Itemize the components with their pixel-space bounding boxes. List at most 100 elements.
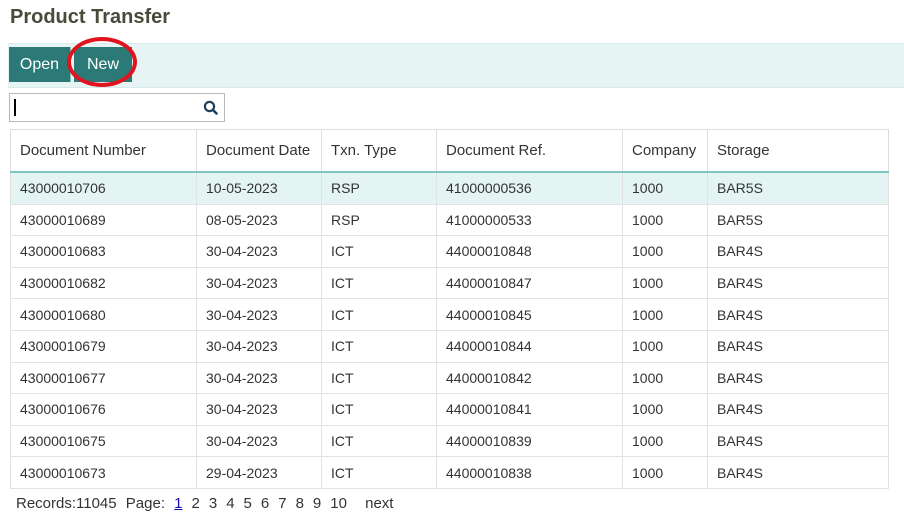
table-cell: BAR4S bbox=[707, 456, 889, 489]
page-label: Page: bbox=[125, 495, 165, 512]
page-link[interactable]: 6 bbox=[261, 495, 269, 512]
table-cell: ICT bbox=[321, 361, 437, 395]
open-button[interactable]: Open bbox=[9, 47, 71, 82]
table-cell: 43000010673 bbox=[10, 456, 197, 489]
table-cell: BAR5S bbox=[707, 171, 889, 205]
table-cell: 1000 bbox=[622, 393, 708, 426]
page-link[interactable]: 7 bbox=[278, 495, 286, 512]
column-header[interactable]: Document Date bbox=[196, 129, 322, 173]
table-cell: 30-04-2023 bbox=[196, 361, 322, 395]
table-cell: 43000010676 bbox=[10, 393, 197, 426]
table-cell: BAR4S bbox=[707, 329, 889, 363]
table-cell: 1000 bbox=[622, 171, 708, 205]
table-cell: 43000010675 bbox=[10, 424, 197, 458]
table-cell: 1000 bbox=[622, 235, 708, 268]
table-cell: 1000 bbox=[622, 203, 708, 237]
table-row[interactable]: 43000010675 30-04-2023 ICT 44000010839 1000 B… bbox=[10, 424, 889, 458]
page-link[interactable]: 5 bbox=[244, 495, 252, 512]
page-link[interactable]: 3 bbox=[209, 495, 217, 512]
next-page-link[interactable]: next bbox=[365, 495, 393, 512]
table-cell: 44000010842 bbox=[436, 361, 623, 395]
page-link[interactable]: 2 bbox=[192, 495, 200, 512]
table-row[interactable]: 43000010676 30-04-2023 ICT 44000010841 1000 B… bbox=[10, 393, 889, 426]
table-cell: 44000010847 bbox=[436, 266, 623, 300]
table-cell: 44000010838 bbox=[436, 456, 623, 489]
table-cell: 29-04-2023 bbox=[196, 456, 322, 489]
new-button[interactable]: New bbox=[74, 47, 132, 82]
page-link[interactable]: 10 bbox=[330, 495, 347, 512]
table-cell: 43000010683 bbox=[10, 235, 197, 268]
search-icon[interactable] bbox=[202, 99, 220, 117]
table-cell: 1000 bbox=[622, 329, 708, 363]
table-cell: 30-04-2023 bbox=[196, 329, 322, 363]
column-header[interactable]: Document Ref. bbox=[436, 129, 623, 173]
column-header[interactable]: Storage bbox=[707, 129, 889, 173]
column-header[interactable]: Company bbox=[622, 129, 708, 173]
table-cell: 43000010689 bbox=[10, 203, 197, 237]
table-cell: RSP bbox=[321, 203, 437, 237]
table-cell: 30-04-2023 bbox=[196, 424, 322, 458]
table-cell: 30-04-2023 bbox=[196, 393, 322, 426]
table-cell: BAR4S bbox=[707, 298, 889, 331]
search-input[interactable] bbox=[10, 94, 206, 121]
table-cell: 1000 bbox=[622, 266, 708, 300]
table-row[interactable]: 43000010682 30-04-2023 ICT 44000010847 1000 B… bbox=[10, 266, 889, 300]
table-cell: 08-05-2023 bbox=[196, 203, 322, 237]
table-row[interactable]: 43000010677 30-04-2023 ICT 44000010842 1000 B… bbox=[10, 361, 889, 395]
table-cell: BAR4S bbox=[707, 393, 889, 426]
page-title: Product Transfer bbox=[10, 6, 171, 28]
table-cell: 30-04-2023 bbox=[196, 235, 322, 268]
table-header-row: Document Number Document Date Txn. Type Doc… bbox=[10, 129, 889, 173]
table-cell: 30-04-2023 bbox=[196, 266, 322, 300]
table-cell: ICT bbox=[321, 329, 437, 363]
table-cell: 44000010848 bbox=[436, 235, 623, 268]
table-cell: ICT bbox=[321, 393, 437, 426]
table-row[interactable]: 43000010680 30-04-2023 ICT 44000010845 1000 B… bbox=[10, 298, 889, 331]
table-cell: 1000 bbox=[622, 298, 708, 331]
table-cell: 43000010677 bbox=[10, 361, 197, 395]
table-cell: ICT bbox=[321, 456, 437, 489]
table-cell: 41000000536 bbox=[436, 171, 623, 205]
table-cell: BAR4S bbox=[707, 361, 889, 395]
page-link[interactable]: 9 bbox=[313, 495, 321, 512]
table-cell: 41000000533 bbox=[436, 203, 623, 237]
column-header[interactable]: Document Number bbox=[10, 129, 197, 173]
table-cell: 43000010679 bbox=[10, 329, 197, 363]
table-cell: 44000010841 bbox=[436, 393, 623, 426]
page-link[interactable]: 4 bbox=[226, 495, 234, 512]
page-link[interactable]: 1 bbox=[174, 495, 182, 512]
table-cell: BAR4S bbox=[707, 424, 889, 458]
table-row[interactable]: 43000010679 30-04-2023 ICT 44000010844 1000 B… bbox=[10, 329, 889, 363]
table-cell: ICT bbox=[321, 424, 437, 458]
documents-table: Document Number Document Date Txn. Type Doc… bbox=[10, 129, 889, 489]
table-cell: 10-05-2023 bbox=[196, 171, 322, 205]
pagination: Records:11045 Page: 1 2 3 4 5 6 7 8 9 10 next bbox=[16, 495, 402, 512]
table-body: 43000010706 10-05-2023 RSP 41000000536 1000 B… bbox=[10, 171, 889, 489]
table-row[interactable]: 43000010706 10-05-2023 RSP 41000000536 1000 B… bbox=[10, 171, 889, 205]
table-cell: ICT bbox=[321, 298, 437, 331]
table-cell: 44000010839 bbox=[436, 424, 623, 458]
search-box bbox=[9, 93, 225, 122]
table-row[interactable]: 43000010689 08-05-2023 RSP 41000000533 1000 B… bbox=[10, 203, 889, 237]
page-link[interactable]: 8 bbox=[296, 495, 304, 512]
table-cell: ICT bbox=[321, 266, 437, 300]
text-cursor bbox=[14, 99, 16, 116]
table-row[interactable]: 43000010683 30-04-2023 ICT 44000010848 1000 B… bbox=[10, 235, 889, 268]
records-count: Records:11045 bbox=[16, 495, 117, 512]
table-cell: BAR4S bbox=[707, 266, 889, 300]
table-cell: 1000 bbox=[622, 424, 708, 458]
table-cell: 43000010682 bbox=[10, 266, 197, 300]
table-cell: ICT bbox=[321, 235, 437, 268]
toolbar: Open New bbox=[8, 43, 904, 88]
table-cell: RSP bbox=[321, 171, 437, 205]
table-cell: 1000 bbox=[622, 361, 708, 395]
table-cell: BAR4S bbox=[707, 235, 889, 268]
table-cell: 30-04-2023 bbox=[196, 298, 322, 331]
page: Product Transfer Open New Document Numbe… bbox=[0, 0, 904, 523]
column-header[interactable]: Txn. Type bbox=[321, 129, 437, 173]
table-cell: 43000010680 bbox=[10, 298, 197, 331]
table-cell: BAR5S bbox=[707, 203, 889, 237]
table-cell: 1000 bbox=[622, 456, 708, 489]
table-cell: 44000010845 bbox=[436, 298, 623, 331]
table-row[interactable]: 43000010673 29-04-2023 ICT 44000010838 1000 B… bbox=[10, 456, 889, 489]
